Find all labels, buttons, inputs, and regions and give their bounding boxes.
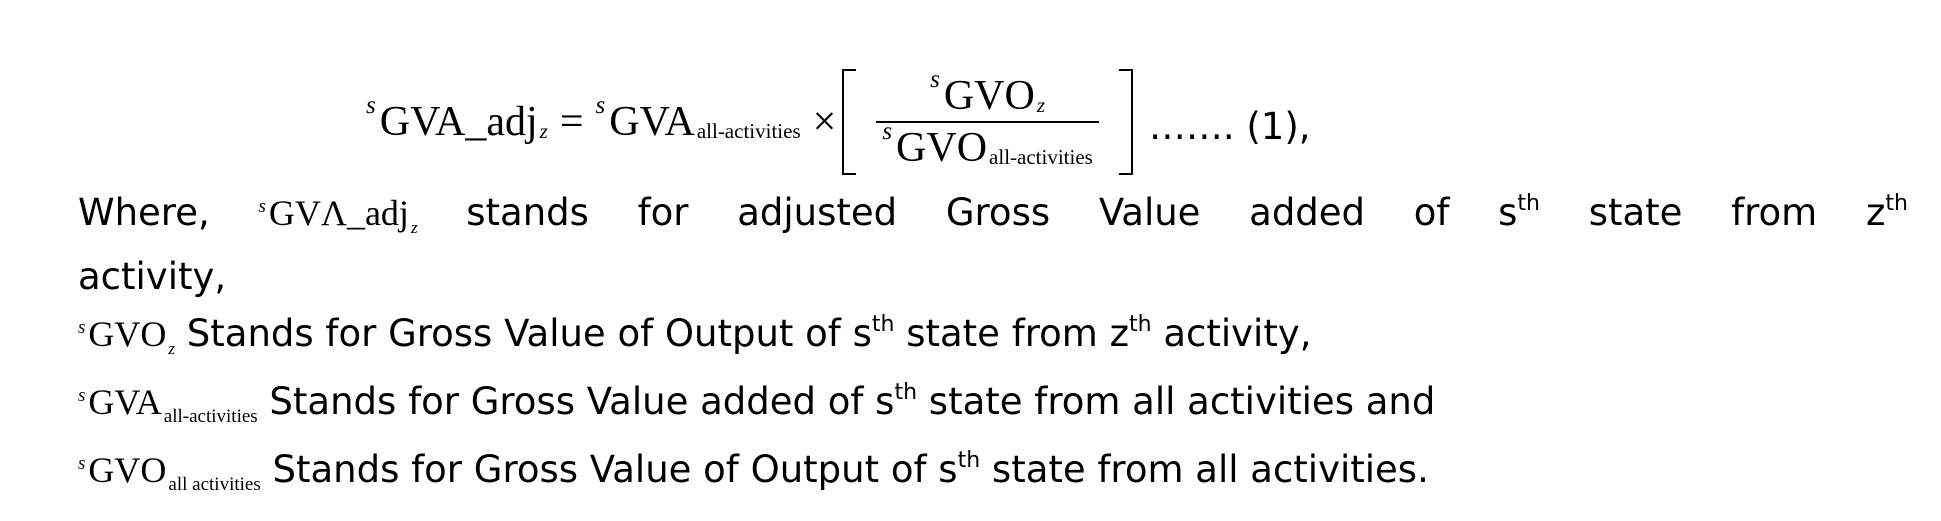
- rhs-subscript: all-activities: [696, 118, 801, 143]
- symbol-main: GVO: [88, 450, 167, 490]
- definition-line-5: s GVO all activities Stands for Gross Va…: [78, 448, 1429, 495]
- numerator-symbol: GVO: [943, 73, 1035, 119]
- fraction: s GVO z s GVO all-activities: [856, 66, 1119, 173]
- word-z-th: zth: [1865, 191, 1908, 234]
- word-where: Where,: [78, 191, 210, 234]
- lhs-subscript: z: [539, 118, 548, 143]
- equals-sign: =: [559, 99, 584, 145]
- th-superscript: th: [1517, 191, 1540, 216]
- symbol-main: GVA: [88, 382, 162, 422]
- gvo-z-symbol: s GVO z: [78, 314, 175, 357]
- symbol-superscript: s: [258, 196, 266, 217]
- right-bracket: [1118, 69, 1133, 175]
- fraction-denominator: s GVO all-activities: [876, 118, 1099, 173]
- word-z: z: [1865, 191, 1886, 234]
- fraction-numerator: s GVO z: [924, 66, 1051, 121]
- symbol-main: GVΛ_adj: [268, 193, 409, 233]
- word-adjusted: adjusted: [737, 191, 898, 234]
- th-superscript: th: [871, 312, 895, 337]
- symbol-superscript: s: [78, 385, 86, 406]
- bracket-group: s GVO z s GVO all-activities: [842, 66, 1133, 175]
- rhs-superscript: s: [595, 92, 606, 119]
- numerator-subscript: z: [1036, 92, 1046, 117]
- symbol-subscript: all activities: [168, 474, 261, 495]
- word-state: state: [1588, 191, 1683, 234]
- word-from: from: [1731, 191, 1818, 234]
- text-segment: Stands for Gross Value added of s: [257, 380, 895, 423]
- th-superscript: th: [957, 448, 981, 473]
- definition-line-4: s GVA all-activities Stands for Gross Va…: [78, 380, 1436, 427]
- left-bracket: [842, 69, 857, 175]
- text-segment: state from all activities.: [980, 448, 1429, 491]
- th-superscript: th: [1885, 191, 1908, 216]
- text-segment: Stands for Gross Value of Output of s: [175, 312, 872, 355]
- definition-line-3: s GVO z Stands for Gross Value of Output…: [78, 312, 1312, 358]
- word-stands: stands: [466, 191, 589, 234]
- lhs-symbol: GVA_adj: [379, 99, 538, 145]
- denominator-symbol: GVO: [896, 125, 988, 171]
- equation-1: s GVA_adj z = s GVA all-activities × s G…: [366, 62, 1311, 182]
- word-for: for: [637, 191, 689, 234]
- gvo-all-activities-symbol: s GVO all activities: [78, 450, 261, 494]
- symbol-main: GVO: [88, 314, 167, 354]
- text-segment: state from all activities and: [917, 380, 1436, 423]
- word-gross: Gross: [945, 191, 1051, 234]
- gva-all-activities-symbol: s GVA all-activities: [78, 382, 258, 426]
- numerator-superscript: s: [930, 66, 940, 93]
- definition-line-1: Where, s GVΛ_adj z stands for adjusted G…: [78, 191, 1908, 237]
- text-segment: activity,: [1151, 312, 1312, 355]
- th-superscript: th: [1129, 312, 1152, 337]
- text-segment: Stands for Gross Value of Output of s: [260, 448, 958, 491]
- th-superscript: th: [894, 380, 918, 405]
- text-segment: state from z: [894, 312, 1129, 355]
- symbol-superscript: s: [78, 453, 86, 474]
- gva-adj-symbol: s GVΛ_adj z: [258, 193, 417, 236]
- lhs-superscript: s: [366, 92, 376, 119]
- word-s-th: sth: [1498, 191, 1540, 234]
- rhs-symbol: GVA: [609, 99, 695, 145]
- word-value: Value: [1098, 191, 1201, 234]
- word-of: of: [1413, 191, 1450, 234]
- symbol-superscript: s: [78, 317, 86, 338]
- word-s: s: [1498, 191, 1518, 234]
- line-text: activity,: [78, 255, 227, 298]
- symbol-subscript: z: [410, 218, 418, 237]
- times-sign: ×: [812, 99, 837, 145]
- definition-line-2: activity,: [78, 258, 226, 295]
- word-added: added: [1249, 191, 1366, 234]
- symbol-subscript: all-activities: [163, 406, 258, 427]
- denominator-subscript: all-activities: [989, 144, 1093, 169]
- equation-number: ……. (1),: [1148, 104, 1311, 148]
- denominator-superscript: s: [882, 118, 893, 145]
- symbol-subscript: z: [168, 339, 176, 358]
